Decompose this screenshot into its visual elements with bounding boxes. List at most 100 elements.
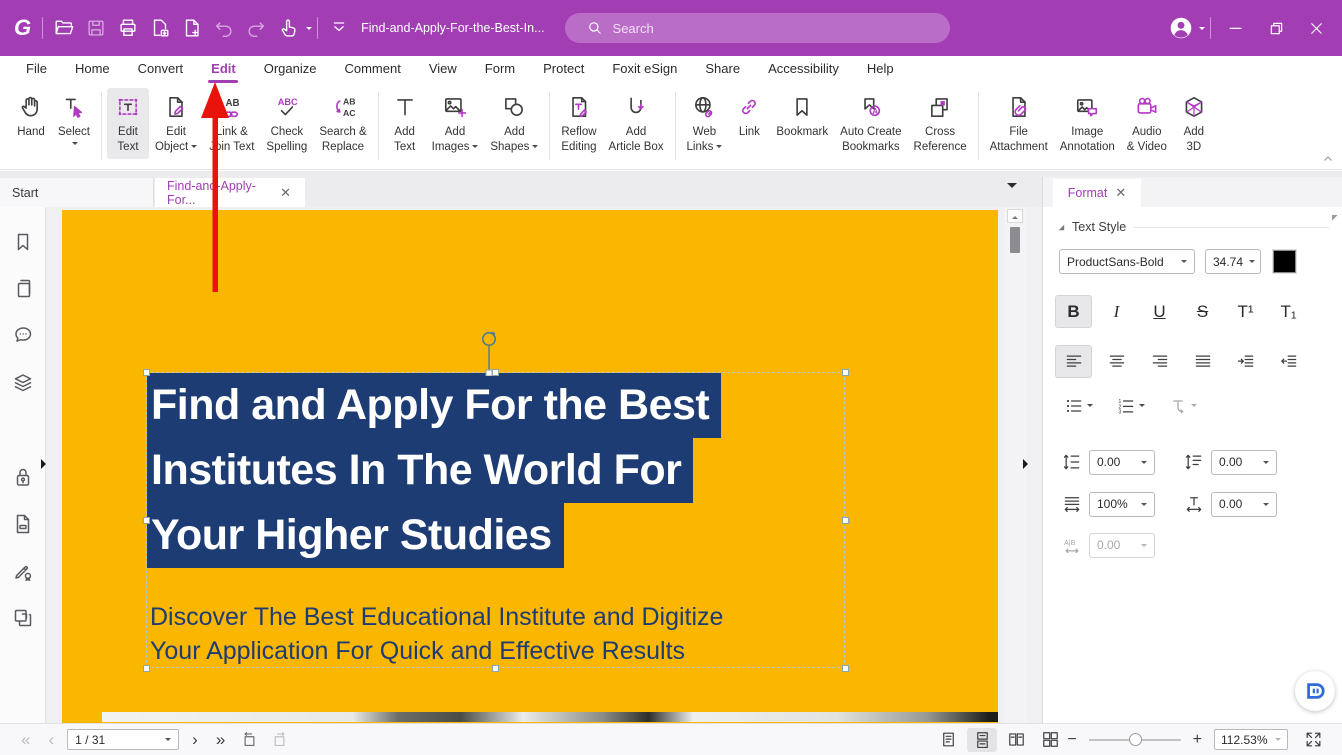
ribbon-link-join-text-button[interactable]: AB Link & Join Text (203, 88, 260, 159)
sidebar-item-layers[interactable] (10, 372, 36, 398)
view-mode-continuous-button[interactable] (967, 727, 998, 752)
prev-page-button[interactable]: ‹ (39, 730, 63, 750)
tab-document[interactable]: Find-and-Apply-For... ✕ (155, 178, 305, 207)
tab-close-icon[interactable]: ✕ (278, 185, 293, 201)
sidebar-item-pages[interactable] (10, 278, 36, 304)
character-spacing-select[interactable]: 0.00 (1211, 491, 1277, 517)
indent-increase-button[interactable] (1227, 345, 1264, 378)
ribbon-add-images-button[interactable]: Add Images (426, 88, 485, 159)
menu-accessibility[interactable]: Accessibility (754, 56, 853, 84)
export-page-icon[interactable] (144, 12, 176, 44)
menu-protect[interactable]: Protect (529, 56, 598, 84)
touch-select-icon[interactable] (272, 12, 304, 44)
menu-home[interactable]: Home (61, 56, 124, 84)
next-view-icon[interactable] (264, 728, 294, 752)
selection-handle[interactable] (842, 665, 849, 672)
selection-handle[interactable] (143, 665, 150, 672)
fullscreen-icon[interactable] (1298, 728, 1328, 752)
horizontal-scale-select[interactable]: 100% (1089, 491, 1155, 517)
page-number-select[interactable]: 1 / 31 (67, 729, 180, 750)
bullet-list-button[interactable] (1055, 389, 1101, 422)
word-spacing-select[interactable]: 0.00 (1089, 532, 1155, 558)
new-page-icon[interactable] (176, 12, 208, 44)
format-panel-collapse-icon[interactable] (1326, 209, 1338, 221)
font-color-swatch[interactable] (1272, 249, 1297, 274)
ribbon-audio-video-button[interactable]: Audio & Video (1121, 88, 1173, 159)
undo-icon[interactable] (208, 12, 240, 44)
previous-view-icon[interactable] (234, 728, 264, 752)
menu-organize[interactable]: Organize (250, 56, 331, 84)
restore-button[interactable] (1256, 12, 1296, 44)
bold-button[interactable]: B (1055, 295, 1092, 328)
ai-assistant-button[interactable] (1295, 671, 1335, 711)
collapse-ribbon-icon[interactable] (1322, 152, 1334, 170)
ribbon-reflow-editing-button[interactable]: Reflow Editing (555, 88, 602, 159)
ribbon-check-spelling-button[interactable]: ABC Check Spelling (260, 88, 313, 159)
view-mode-single-page-button[interactable] (933, 728, 963, 752)
ribbon-select-button[interactable]: Select (52, 88, 96, 152)
avatar[interactable] (1165, 12, 1197, 44)
search-input[interactable]: Search (564, 13, 950, 43)
menu-view[interactable]: View (415, 56, 471, 84)
zoom-out-button[interactable]: − (1065, 731, 1078, 749)
ribbon-file-attachment-button[interactable]: File Attachment (984, 88, 1054, 159)
menu-edit[interactable]: Edit (197, 56, 250, 84)
paragraph-spacing-select[interactable]: 0.00 (1211, 449, 1277, 475)
touch-select-caret[interactable] (306, 27, 313, 33)
close-button[interactable] (1296, 12, 1336, 44)
menu-convert[interactable]: Convert (124, 56, 198, 84)
sidebar-item-destinations[interactable] (10, 513, 36, 539)
ribbon-link-button[interactable]: Link (728, 88, 770, 144)
italic-button[interactable]: I (1098, 295, 1135, 328)
numbered-list-button[interactable]: 123 (1107, 389, 1153, 422)
sidebar-item-comments[interactable] (10, 325, 36, 351)
scroll-up-button[interactable] (1007, 209, 1023, 223)
zoom-slider-knob[interactable] (1128, 732, 1142, 746)
zoom-slider[interactable] (1088, 732, 1181, 746)
align-left-button[interactable] (1055, 345, 1092, 378)
ribbon-add-article-box-button[interactable]: Add Article Box (603, 88, 670, 159)
view-mode-facing-button[interactable] (1001, 728, 1031, 752)
superscript-button[interactable]: T¹ (1227, 295, 1264, 328)
subtext-block[interactable]: Discover The Best Educational Institute … (150, 600, 723, 668)
sidebar-item-bookmarks[interactable] (10, 231, 36, 257)
menu-foxit-esign[interactable]: Foxit eSign (598, 56, 691, 84)
panel-expand-handle[interactable] (1023, 459, 1033, 469)
sidebar-item-signatures[interactable] (10, 560, 36, 586)
ribbon-edit-object-button[interactable]: Edit Object (149, 88, 203, 159)
align-center-button[interactable] (1098, 345, 1135, 378)
pdf-page[interactable]: Find and Apply For the Best Institutes In… (62, 210, 998, 723)
scrollbar-thumb[interactable] (1010, 227, 1020, 253)
selection-handle[interactable] (842, 369, 849, 376)
next-page-button[interactable]: › (183, 730, 207, 750)
ribbon-web-links-button[interactable]: Web Links (681, 88, 729, 159)
rotate-text-button[interactable] (1159, 389, 1205, 422)
tab-start[interactable]: Start (0, 178, 154, 207)
menu-file[interactable]: File (12, 56, 61, 84)
save-icon[interactable] (80, 12, 112, 44)
ribbon-add-shapes-button[interactable]: Add Shapes (484, 88, 544, 159)
sidebar-item-split-view[interactable] (10, 607, 36, 633)
ribbon-edit-text-button[interactable]: Edit Text (106, 88, 149, 159)
line-spacing-select[interactable]: 0.00 (1089, 449, 1155, 475)
justify-button[interactable] (1184, 345, 1221, 378)
ribbon-auto-create-bookmarks-button[interactable]: A Auto Create Bookmarks (834, 88, 907, 159)
underline-button[interactable]: U (1141, 295, 1178, 328)
rotation-handle[interactable] (477, 328, 501, 376)
redo-icon[interactable] (240, 12, 272, 44)
ribbon-bookmark-button[interactable]: Bookmark (770, 88, 834, 144)
ribbon-cross-reference-button[interactable]: Cross Reference (908, 88, 973, 159)
menu-form[interactable]: Form (471, 56, 529, 84)
menu-share[interactable]: Share (691, 56, 754, 84)
menu-help[interactable]: Help (853, 56, 908, 84)
indent-decrease-button[interactable] (1270, 345, 1307, 378)
font-family-select[interactable]: ProductSans-Bold (1059, 249, 1195, 274)
zoom-level-select[interactable]: 112.53% (1214, 729, 1288, 750)
selection-handle[interactable] (143, 369, 150, 376)
print-icon[interactable] (112, 12, 144, 44)
format-tab-close-icon[interactable]: ✕ (1115, 185, 1126, 201)
minimize-button[interactable] (1216, 12, 1256, 44)
align-right-button[interactable] (1141, 345, 1178, 378)
selected-heading-textblock[interactable]: Find and Apply For the Best Institutes In… (147, 373, 722, 568)
sidebar-item-attachments[interactable] (10, 419, 36, 445)
